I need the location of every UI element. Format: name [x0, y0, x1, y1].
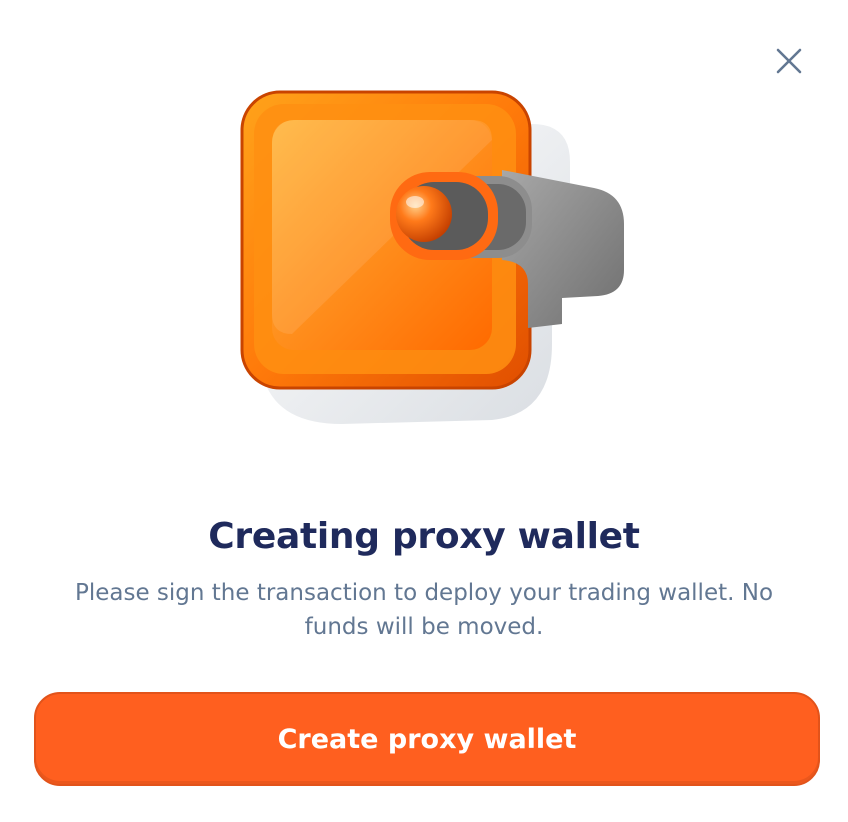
close-icon — [776, 48, 802, 74]
close-button[interactable] — [768, 40, 810, 82]
create-proxy-wallet-button[interactable]: Create proxy wallet — [34, 692, 820, 786]
dialog-description: Please sign the transaction to deploy yo… — [74, 580, 774, 640]
proxy-wallet-dialog: Creating proxy wallet Please sign the tr… — [0, 0, 848, 822]
wallet-switch-illustration — [240, 90, 624, 424]
dialog-title: Creating proxy wallet — [208, 516, 640, 557]
